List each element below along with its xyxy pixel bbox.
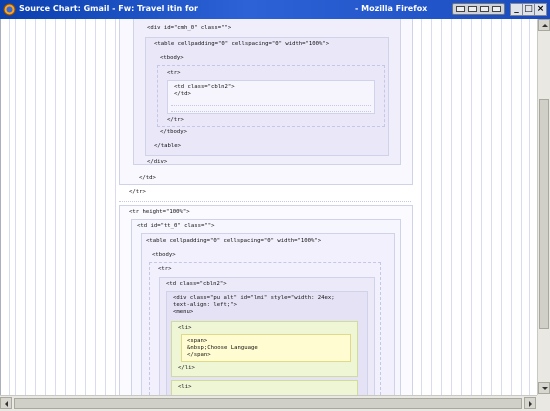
arrow-right-icon [529, 401, 532, 407]
guide-line [15, 19, 16, 395]
close-button[interactable]: × [534, 3, 547, 16]
guide-line [75, 19, 76, 395]
source-chart-view[interactable]: <div id="cmh_0" class=""> <table cellpad… [0, 19, 537, 395]
code-li-close: </li> [178, 365, 195, 371]
guide-line [55, 19, 56, 395]
vertical-scroll-thumb[interactable] [539, 99, 549, 329]
code-td-cbln2-2: <td class="cbln2"> [166, 281, 227, 287]
code-tbody2-open: <tbody> [152, 252, 176, 258]
widget-box-icon [480, 6, 489, 12]
window-app-name: - Mozilla Firefox [355, 4, 428, 13]
code-table-close: </table> [154, 143, 181, 149]
guide-line [521, 19, 522, 395]
code-tr-close: </tr> [167, 117, 184, 123]
scrollbar-corner [537, 395, 550, 411]
code-tbody-open: <tbody> [160, 55, 184, 61]
guide-line [25, 19, 26, 395]
window-title: Source Chart: Gmail - Fw: Travel itin fo… [19, 4, 198, 13]
guide-line [105, 19, 106, 395]
guide-line [501, 19, 502, 395]
arrow-left-icon [5, 401, 8, 407]
horizontal-scrollbar[interactable] [0, 395, 537, 411]
guide-line [441, 19, 442, 395]
code-tr2-open: <tr> [158, 266, 172, 272]
guide-line [451, 19, 452, 395]
widget-box-icon [456, 6, 465, 12]
guide-line [65, 19, 66, 395]
guide-line [85, 19, 86, 395]
guide-line [431, 19, 432, 395]
code-td-cbln2: <td class="cbln2"> </td> [174, 84, 235, 97]
code-tr-height: <tr height="100%"> [129, 209, 190, 215]
code-span-choose-language: <span> &nbsp;Choose Language </span> [187, 338, 258, 358]
guide-line [115, 19, 116, 395]
li-block-2[interactable] [171, 380, 358, 395]
guide-line [9, 19, 10, 395]
guide-line [471, 19, 472, 395]
code-table-open: <table cellpadding="0" cellspacing="0" w… [154, 41, 330, 47]
row-separator [171, 111, 371, 112]
guide-line [45, 19, 46, 395]
code-div-pu: <div class="pu alt" id="lmi" style="widt… [173, 295, 335, 315]
taskbar-widget [452, 3, 505, 15]
code-li-open: <li> [178, 325, 192, 331]
code-td-close: </td> [139, 175, 156, 181]
widget-box-icon [492, 6, 501, 12]
code-tbody-close: </tbody> [160, 129, 187, 135]
code-tr-open: <tr> [167, 70, 181, 76]
scroll-right-button[interactable] [524, 397, 536, 409]
code-div-cmh: <div id="cmh_0" class=""> [147, 25, 232, 31]
guide-line [491, 19, 492, 395]
vertical-scrollbar[interactable] [537, 19, 550, 395]
code-li2-open: <li> [178, 384, 192, 390]
widget-box-icon [468, 6, 477, 12]
scroll-down-button[interactable] [538, 382, 550, 394]
code-td-tt: <td id="tt_0" class=""> [137, 223, 215, 229]
scroll-left-button[interactable] [0, 397, 12, 409]
guide-line [421, 19, 422, 395]
section-separator [119, 201, 411, 202]
row-separator [171, 105, 371, 106]
guide-line [35, 19, 36, 395]
guide-line [511, 19, 512, 395]
guide-line [481, 19, 482, 395]
title-bar: Source Chart: Gmail - Fw: Travel itin fo… [0, 0, 550, 19]
guide-line [529, 19, 530, 395]
guide-line [461, 19, 462, 395]
horizontal-scroll-thumb[interactable] [14, 398, 522, 409]
guide-line [95, 19, 96, 395]
firefox-app-icon [3, 3, 16, 16]
arrow-down-icon [542, 387, 548, 390]
code-tr-close-outer: </tr> [129, 189, 146, 195]
code-div-close: </div> [147, 159, 168, 165]
code-table2-open: <table cellpadding="0" cellspacing="0" w… [146, 238, 322, 244]
scroll-up-button[interactable] [538, 19, 550, 31]
arrow-up-icon [542, 24, 548, 27]
